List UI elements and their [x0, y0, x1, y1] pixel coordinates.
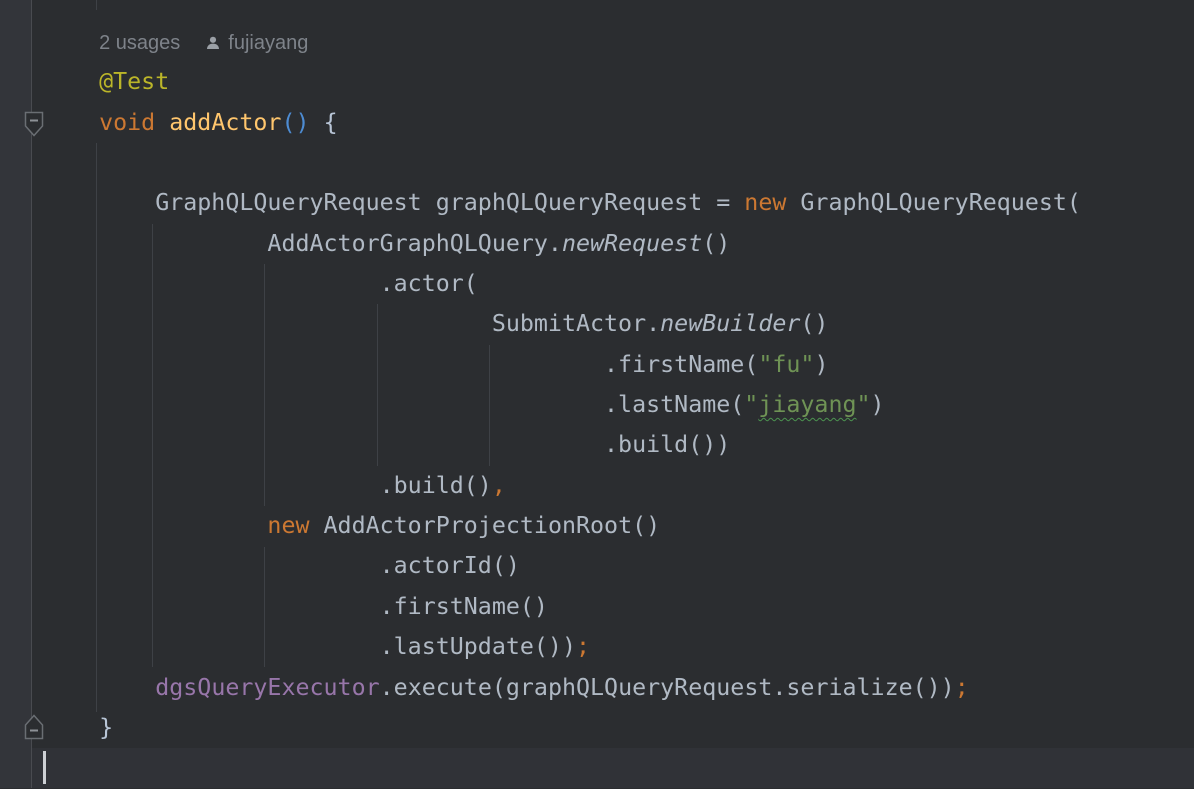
code-token: .actorId() — [43, 552, 520, 579]
code-token: ; — [576, 633, 590, 660]
indent-guide — [96, 0, 97, 10]
code-token: new — [267, 512, 309, 539]
code-token: GraphQLQueryRequest graphQLQueryRequest … — [43, 189, 744, 216]
code-line[interactable]: new AddActorProjectionRoot() — [43, 506, 1081, 546]
code-line[interactable] — [43, 143, 1081, 183]
code-token — [43, 674, 155, 701]
code-line[interactable]: @Test — [43, 62, 1081, 102]
code-token: ) — [871, 391, 885, 418]
author-hint[interactable]: fujiayang — [228, 32, 308, 54]
code-token: .lastUpdate()) — [43, 633, 576, 660]
code-token: .build()) — [43, 431, 730, 458]
code-token: ) — [814, 351, 828, 378]
code-token: .firstName( — [43, 351, 758, 378]
code-token: .execute(graphQLQueryRequest.serialize()… — [380, 674, 955, 701]
code-token: .firstName() — [43, 593, 548, 620]
code-line[interactable]: GraphQLQueryRequest graphQLQueryRequest … — [43, 183, 1081, 223]
code-line[interactable]: .build(), — [43, 466, 1081, 506]
code-token: .build() — [43, 472, 492, 499]
code-token: .actor( — [43, 270, 478, 297]
code-token: "fu" — [758, 351, 814, 378]
code-token — [43, 714, 99, 741]
code-line[interactable]: .actorId() — [43, 546, 1081, 586]
code-token — [43, 68, 99, 95]
fold-collapse-start-icon[interactable] — [24, 111, 44, 137]
code-line[interactable]: AddActorGraphQLQuery.newRequest() — [43, 224, 1081, 264]
inlay-hint-line[interactable]: 2 usages fujiayang — [43, 22, 1081, 62]
code-line[interactable]: void addActor() { — [43, 103, 1081, 143]
code-token: new — [744, 189, 786, 216]
code-line[interactable]: SubmitActor.newBuilder() — [43, 304, 1081, 344]
code-token: () — [800, 310, 828, 337]
code-token: } — [99, 714, 113, 741]
code-token: jiayang — [758, 391, 856, 418]
code-token: () — [702, 230, 730, 257]
code-token: newRequest — [562, 230, 702, 257]
code-token: dgsQueryExecutor — [155, 674, 379, 701]
usages-hint[interactable]: 2 usages — [99, 32, 180, 54]
code-token: SubmitActor. — [43, 310, 660, 337]
code-token — [43, 512, 267, 539]
code-token: .lastName( — [43, 391, 744, 418]
code-token: AddActorGraphQLQuery. — [43, 230, 562, 257]
fold-collapse-end-icon[interactable] — [24, 714, 44, 740]
code-token: addActor — [169, 109, 281, 136]
code-line[interactable]: } — [43, 708, 1081, 748]
code-line[interactable]: dgsQueryExecutor.execute(graphQLQueryReq… — [43, 668, 1081, 708]
code-token: @Test — [99, 68, 169, 95]
code-token: " — [857, 391, 871, 418]
code-token: GraphQLQueryRequest( — [786, 189, 1081, 216]
code-line[interactable]: .firstName() — [43, 587, 1081, 627]
code-token: AddActorProjectionRoot() — [310, 512, 661, 539]
code-token — [310, 109, 324, 136]
code-token — [43, 28, 99, 55]
code-token: ; — [955, 674, 969, 701]
code-token — [43, 109, 99, 136]
code-token: () — [281, 109, 309, 136]
ide-editor-screenshot: { "editor": { "palette": { "bg": "#2B2D3… — [0, 0, 1194, 788]
code-line[interactable]: .actor( — [43, 264, 1081, 304]
code-token: newBuilder — [660, 310, 800, 337]
code-token: void — [99, 109, 155, 136]
code-token: , — [492, 472, 506, 499]
code-token: { — [324, 109, 338, 136]
code-token — [155, 109, 169, 136]
user-icon — [206, 23, 220, 63]
code-token: " — [744, 391, 758, 418]
caret-line[interactable] — [43, 748, 1081, 788]
text-caret — [43, 751, 46, 784]
code-editor[interactable]: 2 usages fujiayang @Test void addActor() … — [43, 22, 1081, 789]
code-line[interactable]: .firstName("fu") — [43, 345, 1081, 385]
code-line[interactable]: .lastName("jiayang") — [43, 385, 1081, 425]
code-line[interactable]: .build()) — [43, 425, 1081, 465]
code-line[interactable]: .lastUpdate()); — [43, 627, 1081, 667]
